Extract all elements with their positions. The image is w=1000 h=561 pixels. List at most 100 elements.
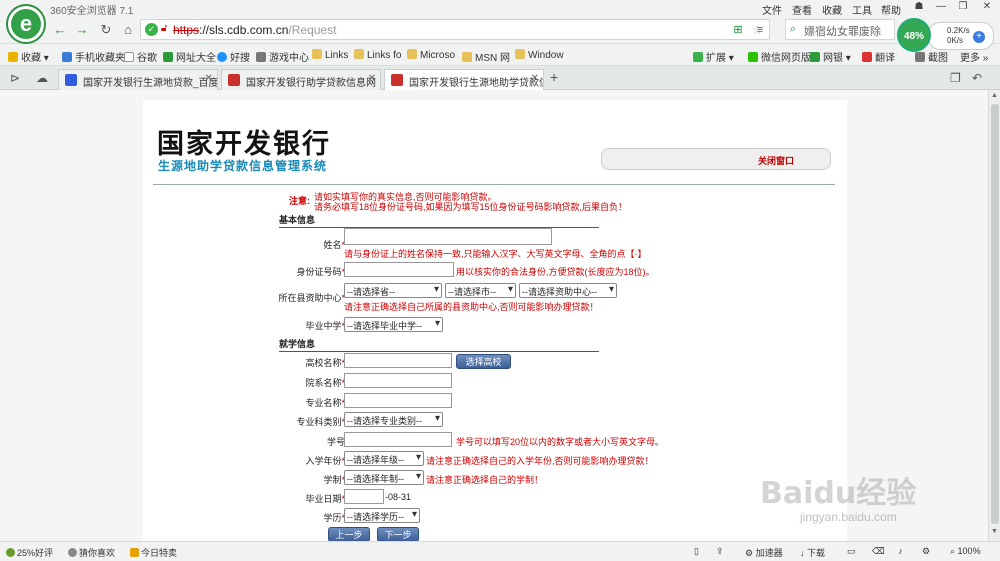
guess-you-like[interactable]: 猜你喜欢 <box>68 546 115 559</box>
bookmark-msn[interactable]: MSN 网 <box>462 49 510 64</box>
sidebar-toggle-icon[interactable]: ⊳ <box>10 71 20 85</box>
select-college-button[interactable]: 选择高校 <box>456 354 511 369</box>
security-shield-icon[interactable]: ✓ <box>145 23 158 36</box>
menu-file[interactable]: 文件 <box>762 2 782 17</box>
id-number-label: 身份证号码* <box>296 267 345 277</box>
name-input[interactable] <box>344 228 552 245</box>
bookmark-haosou[interactable]: 好搜 <box>217 49 250 64</box>
next-step-button[interactable]: 下一步 <box>377 527 419 541</box>
settings-icon[interactable]: ⚙ <box>922 546 930 557</box>
vertical-scrollbar[interactable]: ▲ ▼ <box>988 90 1000 541</box>
menu-favorites[interactable]: 收藏 <box>822 2 842 17</box>
undo-close-icon[interactable]: ↶ <box>972 71 982 85</box>
compat-mode-icon[interactable]: ⊞ <box>730 22 746 38</box>
major-type-select[interactable]: --请选择专业类别-- <box>344 412 443 427</box>
college-input[interactable] <box>344 353 452 368</box>
share-icon[interactable]: ⇪ <box>716 546 724 557</box>
pip-icon[interactable]: ▭ <box>847 546 856 557</box>
tab-close-icon[interactable]: ✕ <box>531 73 539 84</box>
toolbar-screenshot[interactable]: 截图 <box>915 49 948 64</box>
folder-icon <box>515 49 525 59</box>
close-icon[interactable]: ✕ <box>978 0 996 14</box>
tab-list-icon[interactable]: ❐ <box>950 71 961 85</box>
toolbar-ebank[interactable]: 网银 ▾ <box>810 49 851 64</box>
student-number-input[interactable] <box>344 432 452 447</box>
bookmark-mobile[interactable]: 手机收藏夹 <box>62 49 125 64</box>
scroll-down-icon[interactable]: ▼ <box>991 528 998 535</box>
folder-icon <box>312 49 322 59</box>
menu-view[interactable]: 查看 <box>792 2 812 17</box>
scroll-up-icon[interactable]: ▲ <box>991 92 998 99</box>
forward-icon[interactable]: → <box>74 22 90 38</box>
previous-step-button[interactable]: 上一步 <box>328 527 370 541</box>
graduation-year-input[interactable] <box>344 489 384 504</box>
folder-icon <box>407 49 417 59</box>
high-school-select[interactable]: --请选择毕业中学-- <box>344 317 443 332</box>
degree-select[interactable]: --请选择学历-- <box>344 508 420 523</box>
rating-status[interactable]: 25%好评 <box>6 546 53 559</box>
today-deals[interactable]: 今日特卖 <box>130 546 177 559</box>
tab-cdb-info[interactable]: 国家开发银行助学贷款信息网 ✕ <box>221 69 381 90</box>
bookmark-windows[interactable]: Window <box>515 49 564 61</box>
url-text[interactable]: https://sls.cdb.com.cn/Request <box>173 23 336 37</box>
toolbar-extensions[interactable]: 扩展 ▾ <box>693 49 734 64</box>
downloads[interactable]: ↓ 下载 <box>800 546 825 559</box>
toolbar-translate[interactable]: 翻译 <box>862 49 895 64</box>
enroll-year-select[interactable]: --请选择年级-- <box>344 451 424 466</box>
phone-sync-icon[interactable]: ▯ <box>694 546 699 557</box>
schooling-years-hint: 请注意正确选择自己的学制！ <box>426 475 544 485</box>
browser-logo-icon: e <box>8 6 44 42</box>
new-tab-icon[interactable]: + <box>550 69 558 85</box>
bookmark-google[interactable]: 谷歌 <box>124 49 157 64</box>
header-divider <box>153 184 835 185</box>
funding-center-select[interactable]: --请选择资助中心-- <box>519 283 617 298</box>
tab-close-icon[interactable]: ✕ <box>205 73 213 84</box>
toolbar-more[interactable]: 更多 » <box>960 49 988 64</box>
close-window-button[interactable]: 关闭窗口 <box>601 148 831 170</box>
reader-icon[interactable]: ≡ <box>752 22 768 38</box>
major-input[interactable] <box>344 393 452 408</box>
id-number-input[interactable] <box>344 262 454 277</box>
scrollbar-thumb[interactable] <box>991 104 999 524</box>
schooling-years-select[interactable]: --请选择年制-- <box>344 470 424 485</box>
skin-icon[interactable]: ☗ <box>910 0 928 14</box>
id-number-hint: 用以核实你的合法身份,方便贷款(长度应为18位)。 <box>456 267 655 277</box>
restore-icon[interactable]: ❐ <box>954 0 972 14</box>
home-icon[interactable]: ⌂ <box>120 22 136 38</box>
province-select[interactable]: --请选择省-- <box>344 283 442 298</box>
refresh-icon[interactable]: ↻ <box>98 22 114 38</box>
bookmark-microsoft[interactable]: Microso <box>407 49 455 61</box>
bookmark-links-fo[interactable]: Links fo <box>354 49 401 61</box>
department-input[interactable] <box>344 373 452 388</box>
accelerator[interactable]: ⚙ 加速器 <box>745 546 783 559</box>
menu-tools[interactable]: 工具 <box>852 2 872 17</box>
section-study-info: 就学信息 <box>279 337 599 352</box>
network-speed-panel[interactable]: 0.2K/s 0K/s + <box>928 22 994 50</box>
star-icon <box>8 52 18 62</box>
zoom-level[interactable]: ⌕ 100% <box>950 546 981 557</box>
address-bar[interactable]: ✓ 🔓︎ https://sls.cdb.com.cn/Request ☆ <box>140 19 770 40</box>
bookmark-links[interactable]: Links <box>312 49 348 61</box>
add-icon[interactable]: + <box>973 31 985 43</box>
bookmark-hao123[interactable]: 网址大全 <box>163 49 216 64</box>
search-input[interactable]: ⌕ 嫖宿幼女罪废除 <box>785 19 895 40</box>
menu-help[interactable]: 帮助 <box>881 2 901 17</box>
bookmark-games[interactable]: 游戏中心 <box>256 49 309 64</box>
tab-baidu-search[interactable]: 国家开发银行生源地贷款_百度 ✕ <box>58 69 218 90</box>
graduation-date-suffix: -08-31 <box>385 492 412 502</box>
status-bar: 25%好评 猜你喜欢 今日特卖 ▯ ⇪ ⚙ 加速器 ↓ 下载 ▭ ⌫ ♪ ⚙ ⌕… <box>0 541 1000 561</box>
back-icon[interactable]: ← <box>52 22 68 38</box>
toolbar-wechat[interactable]: 微信网页版 <box>748 49 811 64</box>
tab-close-icon[interactable]: ✕ <box>368 73 376 84</box>
network-speed-ball[interactable]: 48% <box>897 18 931 52</box>
notice-line-2: 请务必填写18位身份证号码,如果因为填写15位身份证号码影响贷款,后果自负！ <box>314 202 628 212</box>
bookmark-favorites[interactable]: 收藏 ▾ <box>8 49 49 64</box>
minimize-icon[interactable]: — <box>932 0 950 14</box>
tab-cdb-request[interactable]: 国家开发银行生源地助学贷款信 ✕ <box>384 69 544 91</box>
cloud-icon[interactable]: ☁ <box>36 71 48 85</box>
city-select[interactable]: --请选择市-- <box>445 283 516 298</box>
sound-icon[interactable]: ♪ <box>898 546 903 556</box>
insecure-lock-icon[interactable]: 🔓︎ <box>161 23 172 36</box>
close-window-label: 关闭窗口 <box>757 156 794 166</box>
cleanup-icon[interactable]: ⌫ <box>872 546 885 557</box>
